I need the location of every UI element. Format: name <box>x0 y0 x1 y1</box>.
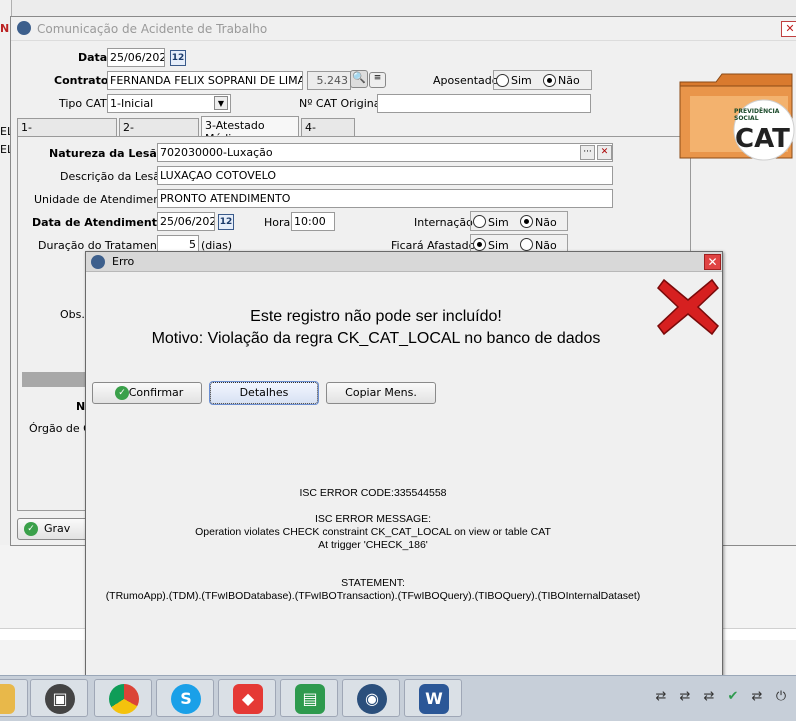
aposentado-nao-label: Não <box>558 74 580 87</box>
descricao-label: Descrição da Lesão <box>60 170 167 183</box>
tray-update-icon[interactable]: ⇄ <box>748 689 766 705</box>
natureza-field[interactable]: 702030000-Luxação <box>157 143 613 162</box>
tab-esocial[interactable]: 4-eSocial <box>301 118 355 147</box>
natureza-label: Natureza da Lesão <box>49 147 165 160</box>
taskbar: ▣ S ◆ ▤ ◉ W ⇄ ⇄ ⇄ ✔ ⇄ ⏻ <box>0 675 796 721</box>
word-icon: W <box>419 684 449 714</box>
error-message-line2: Motivo: Violação da regra CK_CAT_LOCAL n… <box>151 330 601 347</box>
contrato-field[interactable]: FERNANDA FELIX SOPRANI DE LIMA <box>107 71 303 90</box>
search-icon[interactable]: 🔍 <box>350 70 368 88</box>
check-icon: ✓ <box>115 386 129 400</box>
aposentado-label: Aposentado <box>433 74 499 87</box>
spreadsheet-icon: ▤ <box>295 684 325 714</box>
taskbar-item-explorer[interactable] <box>0 679 28 717</box>
data-field[interactable]: 25/06/2022 <box>107 48 165 67</box>
check-icon: ✓ <box>24 522 38 536</box>
dialog-close-button[interactable]: ✕ <box>704 254 721 270</box>
afastado-sim-radio[interactable] <box>473 238 486 251</box>
window-titlebar: Comunicação de Acidente de Trabalho ✕ <box>11 17 796 41</box>
window-close-button[interactable]: ✕ <box>781 21 796 37</box>
error-x-icon <box>656 278 720 336</box>
confirm-label: Confirmar <box>128 386 184 399</box>
statement-text: (TRumoApp).(TDM).(TFwIBODatabase).(TFwIB… <box>105 590 641 602</box>
hora-field[interactable]: 10:00 <box>291 212 335 231</box>
folder-icon <box>0 684 15 714</box>
tipo-cat-select[interactable]: 1-Inicial ▼ <box>107 94 231 113</box>
isc-error-message-2: At trigger 'CHECK_186' <box>318 539 428 551</box>
clear-icon[interactable]: ✕ <box>597 145 612 160</box>
list-icon[interactable]: ≡ <box>369 72 386 88</box>
internacao-label: Internação <box>414 216 473 229</box>
dialog-title: Erro <box>112 255 135 268</box>
more-button[interactable]: ··· <box>580 145 595 160</box>
aposentado-sim-label: Sim <box>511 74 532 87</box>
taskbar-item-rumo[interactable]: ◉ <box>342 679 400 717</box>
tab-atestado-medico[interactable]: 3-Atestado Médico <box>201 116 299 145</box>
chrome-icon <box>109 684 139 714</box>
contrato-code: 5.243 <box>307 71 351 90</box>
app-icon <box>91 255 105 269</box>
logo-subtext: PREVIDÊNCIA SOCIAL <box>734 108 780 122</box>
cat-original-label: Nº CAT Original <box>299 97 384 110</box>
data-atendimento-field[interactable]: 25/06/2022 <box>157 212 215 231</box>
tab-testemunhas[interactable]: 2-Testemunhas <box>119 118 199 147</box>
window-title: Comunicação de Acidente de Trabalho <box>37 22 268 36</box>
aposentado-sim-radio[interactable] <box>496 74 509 87</box>
skype-icon: S <box>171 684 201 714</box>
tab-acidente[interactable]: 1-Acidente/Doença <box>17 118 117 147</box>
descricao-field[interactable]: LUXAÇAO COTOVELO <box>157 166 613 185</box>
isc-error-message-label: ISC ERROR MESSAGE: <box>314 513 432 525</box>
calendar-icon[interactable]: 12 <box>170 50 186 66</box>
cat-original-field[interactable] <box>377 94 591 113</box>
copy-message-button[interactable]: Copiar Mens. <box>326 382 436 404</box>
internacao-sim-radio[interactable] <box>473 215 486 228</box>
anydesk-icon: ◆ <box>233 684 263 714</box>
taskbar-item-chrome[interactable] <box>94 679 152 717</box>
left-strip-n: N <box>0 22 10 35</box>
tray-sync-icon[interactable]: ⇄ <box>676 689 694 705</box>
unidade-field[interactable]: PRONTO ATENDIMENTO <box>157 189 613 208</box>
app-icon: ◉ <box>357 684 387 714</box>
contrato-label: Contrato <box>54 74 109 87</box>
isc-error-message-1: Operation violates CHECK constraint CK_C… <box>195 526 551 538</box>
isc-error-code: ISC ERROR CODE:335544558 <box>299 487 447 499</box>
internacao-nao-label: Não <box>535 216 557 229</box>
error-dialog: Erro ✕ Este registro não pode ser incluí… <box>85 251 723 681</box>
tipo-cat-label: Tipo CAT <box>59 97 107 110</box>
app-icon <box>17 21 31 35</box>
tray-network-icon[interactable]: ⇄ <box>652 689 670 705</box>
briefcase-icon: ▣ <box>45 684 75 714</box>
taskbar-item-skype[interactable]: S <box>156 679 214 717</box>
taskbar-item-spreadsheet[interactable]: ▤ <box>280 679 338 717</box>
taskbar-item-briefcase[interactable]: ▣ <box>30 679 88 717</box>
gravar-label: Grav <box>44 522 71 535</box>
tab-strip: 1-Acidente/Doença 2-Testemunhas 3-Atesta… <box>17 116 691 147</box>
chevron-down-icon[interactable]: ▼ <box>214 96 228 110</box>
statement-label: STATEMENT: <box>341 577 405 589</box>
data-label: Data <box>78 51 108 64</box>
cat-logo: PREVIDÊNCIA SOCIAL CAT <box>676 70 796 162</box>
taskbar-item-word[interactable]: W <box>404 679 462 717</box>
internacao-sim-label: Sim <box>488 216 509 229</box>
tipo-cat-value: 1-Inicial <box>110 97 154 110</box>
tray-power-icon[interactable]: ⏻ <box>772 689 790 705</box>
taskbar-item-anydesk[interactable]: ◆ <box>218 679 276 717</box>
tray-check-icon[interactable]: ✔ <box>724 689 742 705</box>
error-message-line1: Este registro não pode ser incluído! <box>250 308 502 325</box>
details-button[interactable]: Detalhes <box>209 381 319 405</box>
calendar-icon[interactable]: 12 <box>218 214 234 230</box>
internacao-nao-radio[interactable] <box>520 215 533 228</box>
afastado-nao-radio[interactable] <box>520 238 533 251</box>
dialog-titlebar: Erro ✕ <box>86 252 722 272</box>
section-header-bar <box>22 372 88 387</box>
unidade-label: Unidade de Atendimento <box>34 193 172 206</box>
hora-label: Hora <box>264 216 291 229</box>
confirm-button[interactable]: ✓ Confirmar <box>92 382 202 404</box>
tray-sync2-icon[interactable]: ⇄ <box>700 689 718 705</box>
logo-text: CAT <box>735 124 790 154</box>
aposentado-nao-radio[interactable] <box>543 74 556 87</box>
data-atendimento-label: Data de Atendimento <box>32 216 165 229</box>
